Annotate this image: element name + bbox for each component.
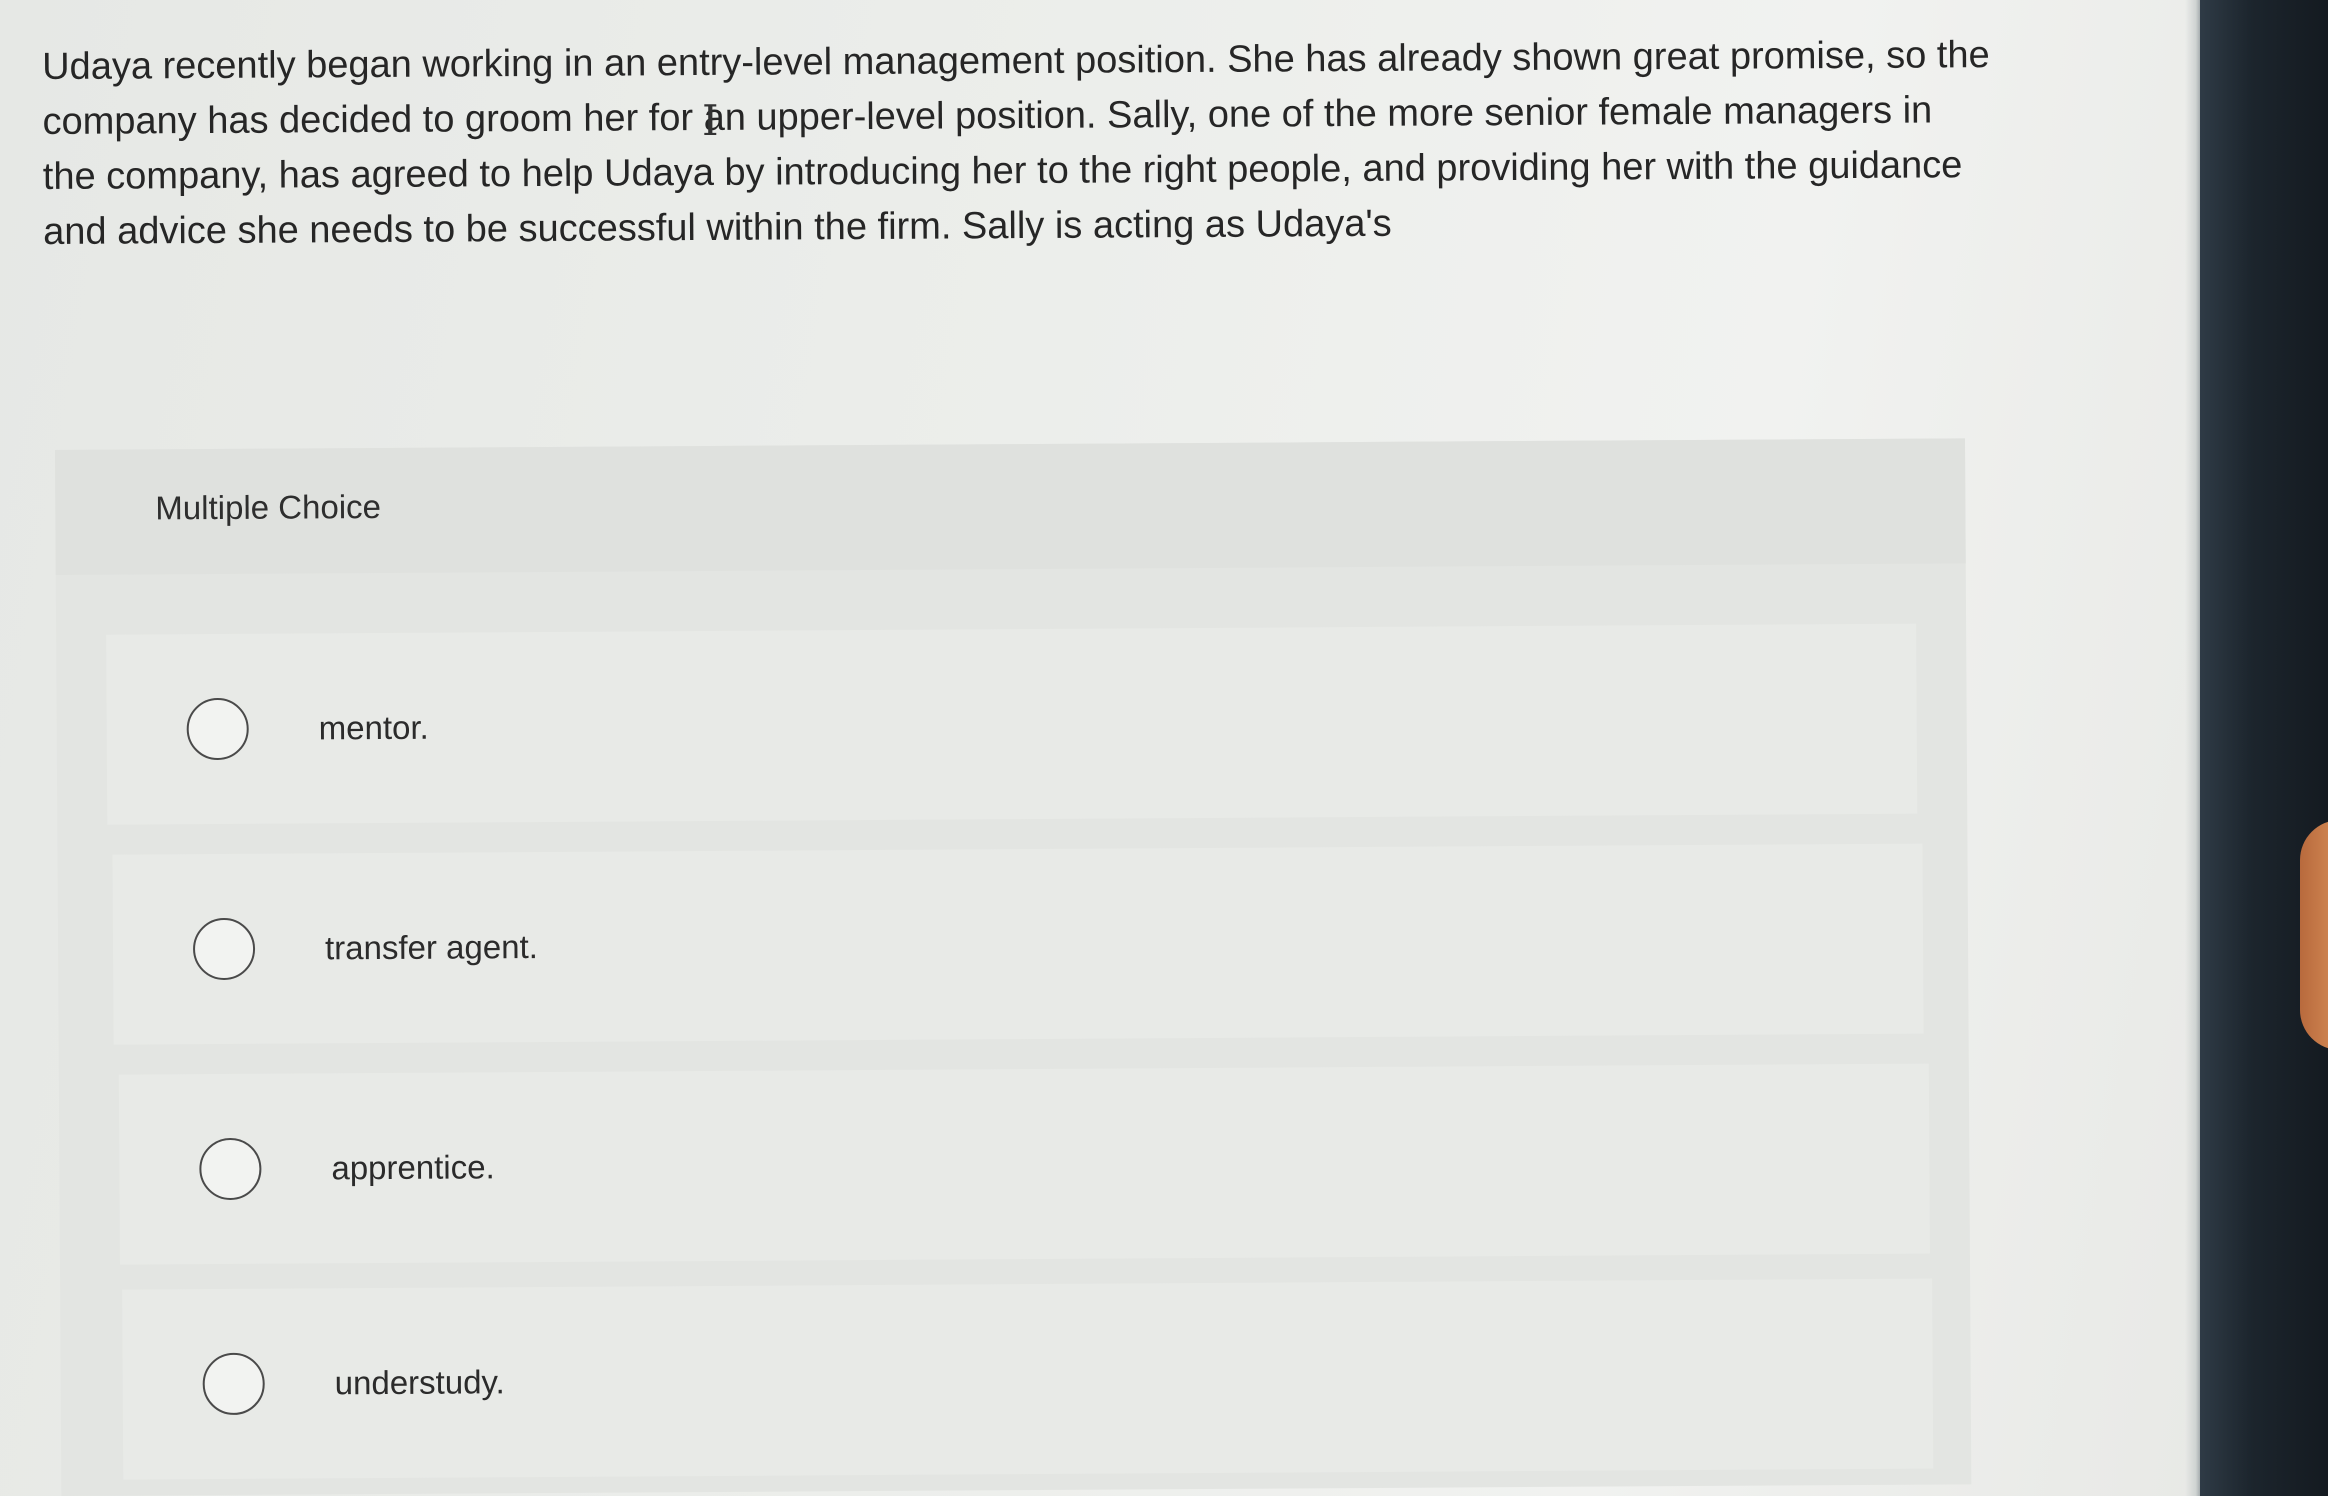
question-text: Udaya recently began working in an entry… (42, 34, 1990, 253)
answer-option-transfer-agent[interactable]: transfer agent. (112, 843, 1924, 1045)
radio-button[interactable] (202, 1352, 265, 1416)
radio-button[interactable] (192, 917, 256, 981)
answer-option-label: apprentice. (331, 1148, 495, 1187)
answer-option-apprentice[interactable]: apprentice. (118, 1063, 1930, 1265)
answer-option-label: transfer agent. (324, 928, 538, 967)
answer-option-understudy[interactable]: understudy. (122, 1278, 1934, 1480)
answer-option-label: mentor. (318, 708, 429, 747)
answer-option-label: understudy. (334, 1363, 505, 1402)
text-cursor-icon: I (702, 96, 719, 145)
radio-button[interactable] (199, 1137, 262, 1201)
radio-button[interactable] (186, 697, 249, 761)
monitor-bezel (2200, 0, 2328, 1496)
multiple-choice-panel: Multiple Choice mentor. transfer agent. … (55, 438, 1972, 1496)
finger (2300, 820, 2328, 1050)
answer-option-mentor[interactable]: mentor. (106, 623, 1918, 825)
multiple-choice-header: Multiple Choice (55, 438, 1966, 575)
screen: Udaya recently began working in an entry… (0, 0, 2200, 1496)
multiple-choice-label: Multiple Choice (155, 488, 382, 527)
